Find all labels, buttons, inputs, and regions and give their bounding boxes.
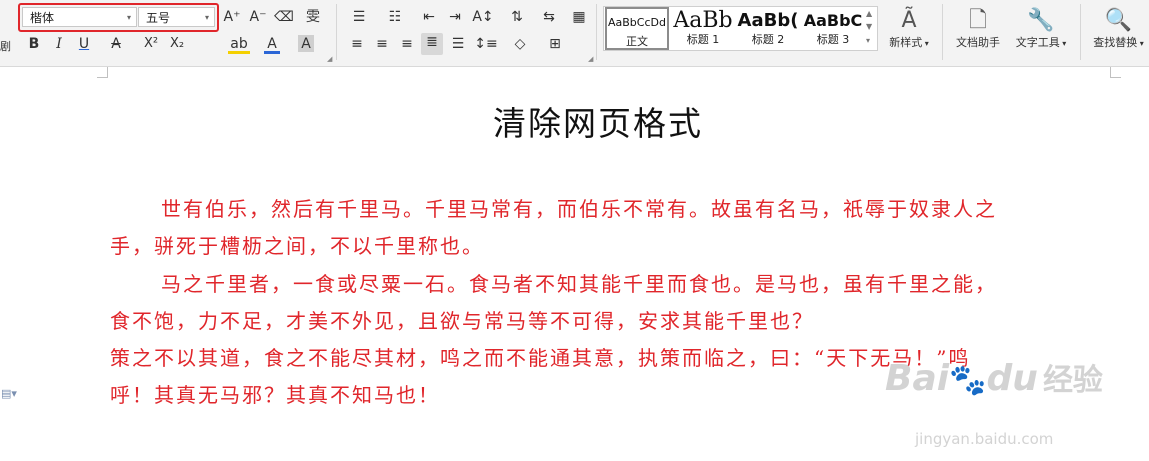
page-title: 清除网页格式 <box>493 104 703 143</box>
gallery-scroll-down-icon[interactable]: ▼ <box>866 22 872 31</box>
doc-helper-icon: 🗋 <box>969 8 987 33</box>
highlight-box <box>18 3 219 32</box>
left-edge-icon: 剧 <box>0 40 11 53</box>
chevron-down-icon: ▾ <box>922 39 929 48</box>
numbered-list-icon[interactable]: ☷ <box>384 8 406 26</box>
chevron-down-icon: ▾ <box>1059 39 1067 48</box>
baidu-watermark: Bai🐾du 经验 <box>885 355 1103 399</box>
page-corner-marker <box>1110 67 1121 78</box>
ribbon-toolbar: 剧 楷体 ▾ 五号 ▾ A⁺ A⁻ ⌫ 雯 B I U A X² X₂ ab A… <box>0 0 1149 67</box>
separator <box>1080 4 1081 60</box>
style-name: 标题 1 <box>686 33 720 46</box>
line-spacing-icon[interactable]: ↕≡ <box>474 35 498 53</box>
paragraph-line: 世有伯乐，然后有千里马。千里马常有，而伯乐不常有。故虽有名马，祇辱于奴隶人之 <box>161 197 997 221</box>
style-heading-2[interactable]: AaBb( 标题 2 <box>736 7 800 50</box>
watermark-url: jingyan.baidu.com <box>915 430 1054 448</box>
separator <box>596 4 597 60</box>
sort-icon[interactable]: ⇅ <box>508 8 526 26</box>
search-icon: 🔍 <box>1104 8 1133 33</box>
paw-icon: 🐾 <box>949 363 987 398</box>
borders-icon[interactable]: ⊞ <box>543 35 567 53</box>
separator <box>336 4 337 60</box>
strikethrough-icon[interactable]: A <box>107 35 125 53</box>
char-shading-icon[interactable]: A <box>298 35 314 52</box>
style-name: 正文 <box>626 35 648 48</box>
gallery-scroll-up-icon[interactable]: ▲ <box>866 9 872 18</box>
document-page[interactable]: 清除网页格式 世有伯乐，然后有千里马。千里马常有，而伯乐不常有。故虽有名马，祇辱… <box>0 67 1149 461</box>
superscript-icon[interactable]: X² <box>140 35 162 53</box>
pinyin-icon[interactable]: 雯 <box>302 8 324 26</box>
find-replace-button[interactable]: 🔍 查找替换 ▾ <box>1088 8 1149 50</box>
style-heading-3[interactable]: AaBbC 标题 3 <box>801 7 865 50</box>
decrease-indent-icon[interactable]: ⇤ <box>420 8 438 26</box>
paragraph-line: 呼！其真无马邪？其真不知马也！ <box>110 383 440 407</box>
bold-icon[interactable]: B <box>25 35 43 53</box>
subscript-icon[interactable]: X₂ <box>166 35 188 53</box>
paragraph-line: 马之千里者，一食或尽粟一石。食马者不知其能千里而食也。是马也，虽有千里之能， <box>161 272 997 296</box>
italic-icon[interactable]: I <box>50 35 68 53</box>
wrench-icon: 🔧 <box>1027 8 1055 33</box>
highlighter-icon[interactable]: ab <box>228 35 250 54</box>
increase-font-icon[interactable]: A⁺ <box>222 8 242 26</box>
show-hide-icon[interactable]: ⇆ <box>538 8 560 26</box>
gallery-expand-icon[interactable]: ▾ <box>866 36 870 45</box>
doc-helper-button[interactable]: 🗋 文档助手 <box>950 8 1006 50</box>
style-preview: AaBb <box>673 8 733 33</box>
dialog-launcher-icon[interactable]: ◢ <box>588 55 593 63</box>
font-color-icon[interactable]: A <box>264 35 280 54</box>
text-tools-label: 文字工具 <box>1015 36 1060 49</box>
paragraph-line: 策之不以其道，食之不能尽其材，鸣之而不能通其意，执策而临之，曰：“天下无马！”鸣 <box>110 346 971 370</box>
style-name: 标题 3 <box>816 33 850 46</box>
new-style-icon: Ã <box>901 8 917 33</box>
text-tools-button[interactable]: 🔧 文字工具 ▾ <box>1010 8 1072 50</box>
bullet-list-icon[interactable]: ☰ <box>348 8 370 26</box>
justify-icon[interactable]: ≣ <box>421 33 443 55</box>
chevron-down-icon: ▾ <box>1137 39 1144 48</box>
increase-indent-icon[interactable]: ⇥ <box>446 8 464 26</box>
align-center-icon[interactable]: ≡ <box>373 35 391 53</box>
style-heading-1[interactable]: AaBb 标题 1 <box>671 7 735 50</box>
shading-icon[interactable]: ◇ <box>508 35 532 53</box>
align-right-icon[interactable]: ≡ <box>398 35 416 53</box>
separator <box>942 4 943 60</box>
table-insert-icon[interactable]: ▦ <box>570 8 588 26</box>
watermark-brand: Bai <box>885 358 950 399</box>
style-gallery: AaBbCcDd 正文 AaBb 标题 1 AaBb( 标题 2 AaBbC 标… <box>603 6 878 51</box>
watermark-brand-cn: 经验 <box>1042 363 1103 398</box>
watermark-brand-mid: du <box>986 358 1038 399</box>
paragraph-marker-icon[interactable]: ▤▾ <box>1 387 17 400</box>
distributed-icon[interactable]: ☰ <box>449 35 467 53</box>
paragraph-line: 手，骈死于槽枥之间，不以千里称也。 <box>110 234 484 258</box>
find-replace-label: 查找替换 <box>1093 36 1138 49</box>
style-preview: AaBbC <box>803 11 863 30</box>
doc-helper-label: 文档助手 <box>956 36 1000 49</box>
style-name: 标题 2 <box>751 33 785 46</box>
style-preview: AaBb( <box>737 10 799 31</box>
page-corner-marker <box>97 67 108 78</box>
paragraph-line: 食不饱，力不足，才美不外见，且欲与常马等不可得，安求其能千里也？ <box>110 309 814 333</box>
new-style-button[interactable]: Ã 新样式 ▾ <box>884 8 934 50</box>
align-left-icon[interactable]: ≡ <box>348 35 366 53</box>
new-style-label: 新样式 <box>889 36 923 49</box>
dialog-launcher-icon[interactable]: ◢ <box>327 55 332 63</box>
decrease-font-icon[interactable]: A⁻ <box>248 8 268 26</box>
eraser-icon[interactable]: ⌫ <box>274 8 294 26</box>
underline-icon[interactable]: U <box>75 35 93 53</box>
text-direction-icon[interactable]: A↕ <box>472 8 494 26</box>
style-normal[interactable]: AaBbCcDd 正文 <box>605 7 669 50</box>
style-preview: AaBbCcDd <box>608 16 666 29</box>
